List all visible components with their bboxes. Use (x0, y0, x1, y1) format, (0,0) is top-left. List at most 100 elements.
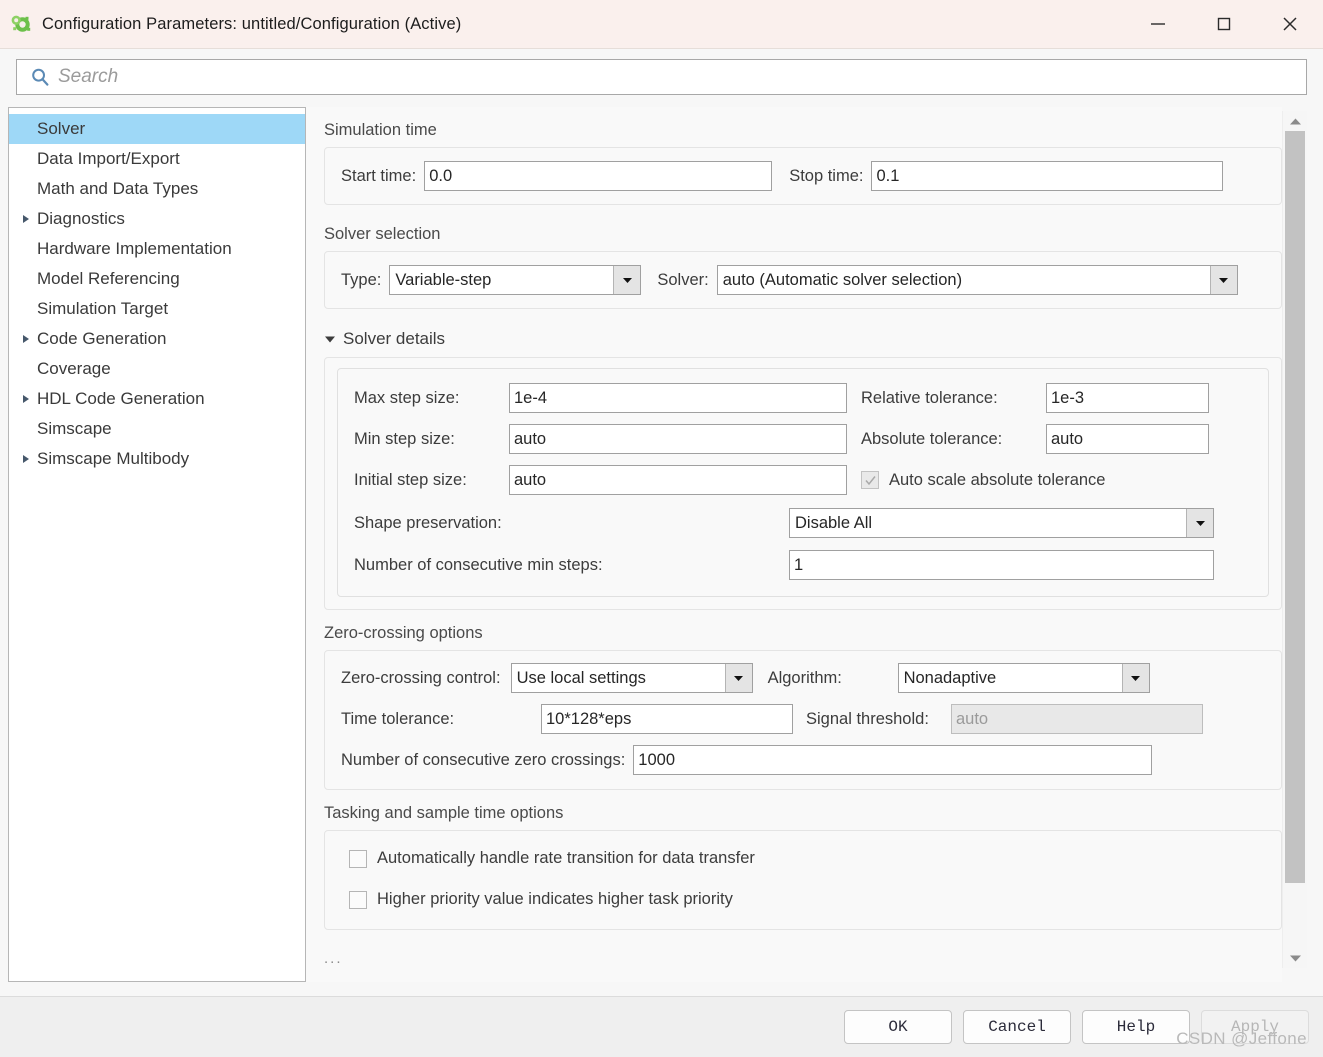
sidebar-item-label: Hardware Implementation (37, 239, 232, 258)
algorithm-value: Nonadaptive (903, 668, 997, 687)
chevron-right-icon[interactable] (15, 453, 37, 465)
shape-preservation-dropdown[interactable]: Disable All (789, 508, 1214, 538)
sidebar-item-label: Diagnostics (37, 209, 125, 228)
chevron-right-icon[interactable] (15, 333, 37, 345)
chevron-down-icon[interactable] (1186, 509, 1213, 537)
solver-value: auto (Automatic solver selection) (722, 270, 963, 289)
chevron-down-icon[interactable] (724, 664, 752, 692)
solver-dropdown[interactable]: auto (Automatic solver selection) (716, 265, 1238, 295)
sidebar-item-diagnostics[interactable]: Diagnostics (9, 204, 305, 234)
consecutive-zero-crossings-input[interactable] (633, 745, 1153, 775)
chevron-right-icon[interactable] (15, 393, 37, 405)
sidebar-item-label: Simscape Multibody (37, 449, 190, 468)
tasking-panel: Automatically handle rate transition for… (324, 830, 1282, 930)
stop-time-input[interactable] (871, 161, 1224, 191)
sidebar-item-coverage[interactable]: Coverage (9, 354, 305, 384)
search-placeholder: Search (58, 66, 119, 87)
search-box[interactable]: Search (16, 59, 1307, 95)
window-controls (1125, 0, 1323, 48)
auto-rate-transition-checkbox[interactable] (349, 849, 367, 868)
search-icon (25, 67, 55, 87)
shape-preservation-label: Shape preservation: (354, 513, 502, 532)
algorithm-dropdown[interactable]: Nonadaptive (897, 663, 1150, 693)
sidebar-item-label: HDL Code Generation (37, 389, 205, 408)
sidebar-item-label: Math and Data Types (37, 179, 199, 198)
stop-time-label: Stop time: (789, 166, 864, 185)
window-title: Configuration Parameters: untitled/Confi… (42, 14, 462, 33)
sidebar-item-math-and-data-types[interactable]: Math and Data Types (9, 174, 305, 204)
time-tolerance-input[interactable] (541, 704, 793, 734)
signal-threshold-input (951, 704, 1203, 734)
initial-step-size-label: Initial step size: (354, 470, 467, 489)
signal-threshold-label: Signal threshold: (806, 709, 929, 728)
sidebar-item-hardware-implementation[interactable]: Hardware Implementation (9, 234, 305, 264)
solver-selection-row: Type: Variable-step Solver: auto (Automa… (341, 265, 1265, 295)
help-button[interactable]: Help (1082, 1010, 1190, 1044)
time-tolerance-row: Time tolerance: Signal threshold: (341, 704, 1265, 734)
sidebar-item-simscape[interactable]: Simscape (9, 414, 305, 444)
solver-selection-panel: Type: Variable-step Solver: auto (Automa… (324, 251, 1282, 309)
chevron-down-icon[interactable] (613, 266, 641, 294)
settings-tree[interactable]: Solver Data Import/Export Math and Data … (8, 107, 306, 982)
title-bar: Configuration Parameters: untitled/Confi… (0, 0, 1323, 49)
solver-label: Solver: (657, 270, 709, 289)
scroll-down-button[interactable] (1283, 948, 1307, 968)
minimize-button[interactable] (1125, 0, 1191, 48)
zero-crossing-control-dropdown[interactable]: Use local settings (510, 663, 753, 693)
solver-type-label: Type: (341, 270, 382, 289)
solver-type-dropdown[interactable]: Variable-step (389, 265, 642, 295)
zero-crossing-panel: Zero-crossing control: Use local setting… (324, 650, 1282, 790)
sidebar-item-label: Simscape (37, 419, 112, 438)
auto-rate-transition-row[interactable]: Automatically handle rate transition for… (349, 849, 1265, 868)
max-step-size-label: Max step size: (354, 388, 460, 407)
absolute-tolerance-input[interactable] (1046, 424, 1209, 454)
higher-priority-label: Higher priority value indicates higher t… (377, 890, 733, 908)
solver-details-disclosure[interactable]: Solver details (324, 329, 1282, 349)
higher-priority-row[interactable]: Higher priority value indicates higher t… (349, 890, 1265, 909)
scroll-up-button[interactable] (1283, 111, 1307, 131)
triangle-down-icon[interactable] (324, 334, 336, 344)
content-vertical-scrollbar[interactable] (1282, 111, 1307, 968)
close-button[interactable] (1257, 0, 1323, 48)
ok-button[interactable]: OK (844, 1010, 952, 1044)
sidebar-item-hdl-code-generation[interactable]: HDL Code Generation (9, 384, 305, 414)
sidebar-item-label: Model Referencing (37, 269, 180, 288)
simulation-time-row: Start time: Stop time: (341, 161, 1265, 191)
solver-details-panel: Max step size: Relative tolerance: Min s… (337, 368, 1269, 597)
relative-tolerance-input[interactable] (1046, 383, 1209, 413)
consecutive-min-steps-label: Number of consecutive min steps: (354, 555, 603, 574)
maximize-button[interactable] (1191, 0, 1257, 48)
higher-priority-checkbox[interactable] (349, 890, 367, 909)
time-tolerance-label: Time tolerance: (341, 709, 455, 728)
zero-crossing-control-row: Zero-crossing control: Use local setting… (341, 663, 1265, 693)
sidebar-item-data-import-export[interactable]: Data Import/Export (9, 144, 305, 174)
zero-crossing-group-label: Zero-crossing options (324, 624, 483, 642)
chevron-down-icon[interactable] (1209, 266, 1237, 294)
start-time-input[interactable] (424, 161, 773, 191)
start-time-label: Start time: (341, 166, 417, 185)
solver-selection-group-label: Solver selection (324, 225, 441, 243)
min-step-size-input[interactable] (509, 424, 847, 454)
overflow-ellipsis: ... (324, 950, 343, 967)
solver-details-label: Solver details (343, 329, 446, 348)
sidebar-item-simulation-target[interactable]: Simulation Target (9, 294, 305, 324)
consecutive-zero-crossings-label: Number of consecutive zero crossings: (341, 750, 626, 769)
sidebar-item-model-referencing[interactable]: Model Referencing (9, 264, 305, 294)
initial-step-size-input[interactable] (509, 465, 847, 495)
chevron-right-icon[interactable] (15, 213, 37, 225)
chevron-down-icon[interactable] (1121, 664, 1149, 692)
scrollbar-track[interactable] (1283, 131, 1307, 948)
consecutive-min-steps-input[interactable] (789, 550, 1214, 580)
cancel-button[interactable]: Cancel (963, 1010, 1071, 1044)
sidebar-item-simscape-multibody[interactable]: Simscape Multibody (9, 444, 305, 474)
apply-button: Apply (1201, 1010, 1309, 1044)
scrollbar-thumb[interactable] (1285, 131, 1305, 883)
sidebar-item-code-generation[interactable]: Code Generation (9, 324, 305, 354)
solver-type-value: Variable-step (395, 270, 492, 289)
zero-crossing-control-value: Use local settings (516, 668, 646, 687)
max-step-size-input[interactable] (509, 383, 847, 413)
min-step-size-label: Min step size: (354, 429, 455, 448)
simulink-gear-icon (10, 13, 32, 35)
sidebar-item-solver[interactable]: Solver (9, 114, 305, 144)
auto-scale-absolute-tolerance-label: Auto scale absolute tolerance (889, 470, 1106, 489)
